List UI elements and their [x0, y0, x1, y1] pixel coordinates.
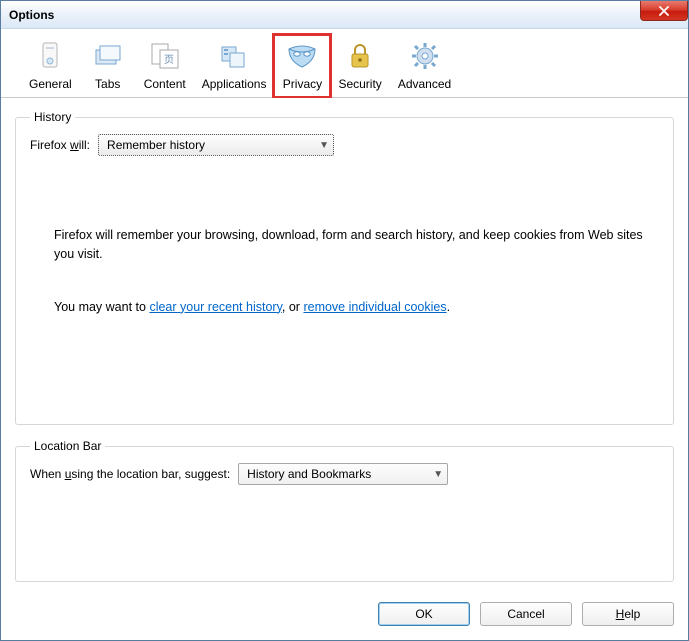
location-suggest-row: When using the location bar, suggest: Hi… [30, 463, 659, 485]
general-icon [36, 39, 64, 73]
tab-security[interactable]: Security [330, 35, 389, 97]
security-lock-icon [347, 39, 373, 73]
tab-privacy[interactable]: Privacy [274, 35, 330, 97]
close-button[interactable] [640, 1, 688, 21]
ok-button[interactable]: OK [378, 602, 470, 626]
privacy-mask-icon [285, 39, 319, 73]
history-label: Firefox will: [30, 138, 90, 152]
tab-label: Security [338, 77, 381, 91]
tab-label: Privacy [283, 77, 322, 91]
history-description: Firefox will remember your browsing, dow… [30, 156, 659, 410]
location-suggest-select[interactable]: History and Bookmarks ▼ [238, 463, 448, 485]
remove-cookies-link[interactable]: remove individual cookies [303, 300, 446, 314]
location-select-value: History and Bookmarks [247, 467, 371, 481]
clear-history-link[interactable]: clear your recent history [149, 300, 281, 314]
history-mode-select[interactable]: Remember history ▼ [98, 134, 334, 156]
tabs-icon [92, 39, 124, 73]
tab-label: Content [144, 77, 186, 91]
cancel-button[interactable]: Cancel [480, 602, 572, 626]
tab-label: Applications [202, 77, 267, 91]
titlebar: Options [1, 1, 688, 29]
help-button[interactable]: Help [582, 602, 674, 626]
category-toolbar: General Tabs 页 Content Applications Priv… [1, 29, 688, 98]
svg-text:页: 页 [164, 54, 174, 66]
advanced-gear-icon [410, 39, 440, 73]
location-legend: Location Bar [30, 439, 105, 453]
tab-applications[interactable]: Applications [194, 35, 275, 97]
content-icon: 页 [149, 39, 181, 73]
history-desc-line1: Firefox will remember your browsing, dow… [54, 226, 653, 264]
history-group: History Firefox will: Remember history ▼… [15, 110, 674, 425]
location-bar-group: Location Bar When using the location bar… [15, 439, 674, 582]
close-icon [659, 6, 669, 16]
location-label: When using the location bar, suggest: [30, 467, 230, 481]
tab-content[interactable]: 页 Content [136, 35, 194, 97]
options-window: Options General Tabs 页 Content [0, 0, 689, 641]
chevron-down-icon: ▼ [319, 140, 329, 151]
tab-general[interactable]: General [21, 35, 80, 97]
tab-advanced[interactable]: Advanced [390, 35, 459, 97]
tab-label: General [29, 77, 72, 91]
history-desc-line2: You may want to clear your recent histor… [54, 298, 653, 317]
window-title: Options [9, 8, 54, 22]
chevron-down-icon: ▼ [433, 469, 443, 480]
content-area: History Firefox will: Remember history ▼… [1, 98, 688, 592]
tab-tabs[interactable]: Tabs [80, 35, 136, 97]
tab-label: Advanced [398, 77, 451, 91]
history-select-value: Remember history [107, 138, 205, 152]
applications-icon [218, 39, 250, 73]
tab-label: Tabs [95, 77, 120, 91]
history-mode-row: Firefox will: Remember history ▼ [30, 134, 659, 156]
history-legend: History [30, 110, 75, 124]
dialog-button-bar: OK Cancel Help [1, 592, 688, 640]
